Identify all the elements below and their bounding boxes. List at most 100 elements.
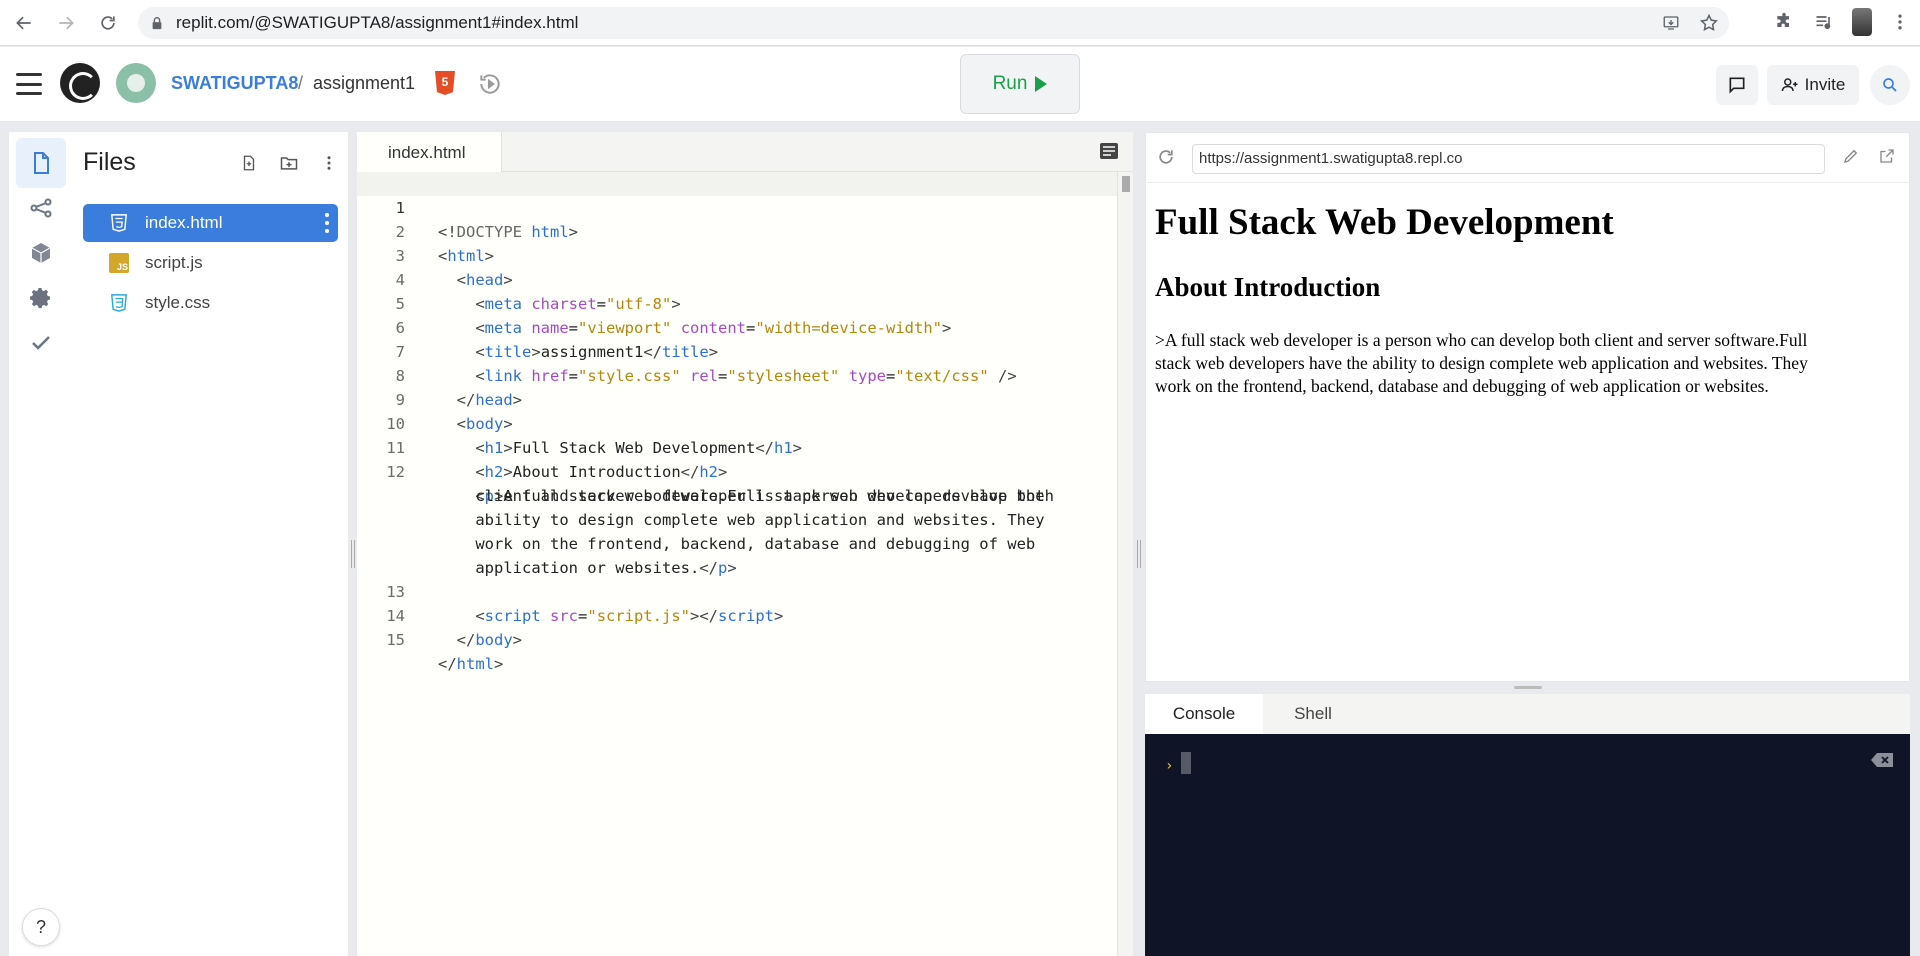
breadcrumb-separator: / xyxy=(298,73,304,93)
invite-button[interactable]: Invite xyxy=(1767,65,1859,105)
reload-icon[interactable] xyxy=(90,5,126,41)
code-line: 14 </body> xyxy=(357,580,1117,649)
profile-avatar[interactable] xyxy=(1852,8,1872,36)
webview-reload-icon[interactable] xyxy=(1156,147,1178,169)
code-line: 3 <head> xyxy=(357,220,1117,289)
help-button[interactable]: ? xyxy=(22,908,60,946)
editor-tab-label: index.html xyxy=(388,142,466,162)
code-text: </body> xyxy=(456,631,523,649)
extensions-icon[interactable] xyxy=(1772,8,1796,36)
file-name: index.html xyxy=(145,213,223,232)
checkmark-tool-icon[interactable] xyxy=(16,318,66,368)
editor-tab-index-html[interactable]: index.html xyxy=(357,132,502,173)
preview-heading-1: Full Stack Web Development xyxy=(1155,202,1614,243)
css-file-icon xyxy=(109,293,129,313)
file-item-style-css[interactable]: style.css xyxy=(83,284,338,322)
webview-page: Full Stack Web Development About Introdu… xyxy=(1155,189,1901,398)
editor-scroll-thumb[interactable] xyxy=(1122,176,1130,192)
file-menu-icon[interactable] xyxy=(324,213,330,233)
code-line: 8 </head> xyxy=(357,340,1117,409)
chat-icon xyxy=(1729,77,1745,94)
version-control-icon[interactable] xyxy=(16,183,66,233)
file-name: style.css xyxy=(145,293,211,312)
preview-heading-2: About Introduction xyxy=(1155,272,1381,302)
tab-console[interactable]: Console xyxy=(1145,694,1263,734)
code-line-wrap: ability to design complete web applicati… xyxy=(357,484,1117,529)
invite-label: Invite xyxy=(1804,75,1846,94)
code-editor: index.html 1 <!DOCTYPE html> 2 <html> 3 … xyxy=(357,132,1133,956)
code-line: 10 <h1>Full Stack Web Development</h1> xyxy=(357,388,1117,457)
browser-toolbar: replit.com/@SWATIGUPTA8/assignment1#inde… xyxy=(0,0,1920,46)
editor-scrollbar[interactable] xyxy=(1117,172,1133,956)
code-line: 11 <h2>About Introduction</h2> xyxy=(357,412,1117,481)
back-icon[interactable] xyxy=(6,5,42,41)
console-cursor xyxy=(1181,752,1191,774)
search-button[interactable] xyxy=(1870,65,1910,105)
settings-gear-icon[interactable] xyxy=(16,273,66,323)
search-icon xyxy=(1883,78,1897,92)
code-line: 1 <!DOCTYPE html> xyxy=(357,172,1117,241)
repl-header: SWATIGUPTA8 / assignment1 5 Run Invite xyxy=(0,47,1920,122)
preview-paragraph-line: >A full stack web developer is a person … xyxy=(1155,330,1808,350)
webview-url-input[interactable]: https://assignment1.swatigupta8.repl.co xyxy=(1192,144,1825,174)
code-line-wrap: work on the frontend, backend, database … xyxy=(357,508,1117,553)
address-url[interactable]: replit.com/@SWATIGUPTA8/assignment1#inde… xyxy=(176,13,578,33)
chat-button[interactable] xyxy=(1716,65,1758,105)
code-line: 4 <meta charset="utf-8"> xyxy=(357,244,1117,313)
media-playlist-icon[interactable] xyxy=(1812,8,1836,36)
files-panel: Files index.html JS script.js style.css xyxy=(73,132,348,956)
editor-resize-handle[interactable] xyxy=(1137,540,1141,568)
code-line: 13 <script src="script.js"></script> xyxy=(357,556,1117,625)
open-new-tab-icon[interactable] xyxy=(1878,147,1898,167)
file-item-script-js[interactable]: JS script.js xyxy=(83,244,338,282)
code-line: 12 <p>A full stack web developer is a pe… xyxy=(357,436,1117,505)
code-area[interactable]: 1 <!DOCTYPE html> 2 <html> 3 <head> 4 <m… xyxy=(357,172,1117,956)
file-item-index-html[interactable]: index.html xyxy=(83,204,338,242)
repl-owner-link[interactable]: SWATIGUPTA8 xyxy=(171,73,298,94)
browser-menu-icon[interactable] xyxy=(1888,8,1912,36)
replit-logo[interactable] xyxy=(60,63,100,103)
code-line: 7 <link href="style.css" rel="stylesheet… xyxy=(357,316,1117,385)
new-folder-icon[interactable] xyxy=(276,150,302,176)
play-icon xyxy=(1035,76,1048,92)
address-bar[interactable]: replit.com/@SWATIGUPTA8/assignment1#inde… xyxy=(138,7,1729,39)
preview-paragraph: >A full stack web developer is a person … xyxy=(1155,329,1901,398)
run-button-label: Run xyxy=(992,73,1028,94)
webview-panel: https://assignment1.swatigupta8.repl.co … xyxy=(1145,132,1911,682)
packages-icon[interactable] xyxy=(16,228,66,278)
editor-tab-bar: index.html xyxy=(357,132,1133,173)
bookmark-star-icon[interactable] xyxy=(1697,11,1721,35)
run-button[interactable]: Run xyxy=(960,54,1080,114)
pane-resize-handle[interactable] xyxy=(1514,686,1542,689)
add-user-icon xyxy=(1781,78,1798,92)
console-output[interactable]: › xyxy=(1145,734,1910,956)
panel-resize-handle[interactable] xyxy=(351,540,355,568)
files-more-icon[interactable] xyxy=(316,150,342,176)
files-tool-icon[interactable] xyxy=(16,138,66,188)
history-icon[interactable] xyxy=(477,71,503,97)
new-file-icon[interactable] xyxy=(236,150,262,176)
forward-icon[interactable] xyxy=(48,5,84,41)
hamburger-menu-icon[interactable] xyxy=(16,73,42,95)
tab-shell[interactable]: Shell xyxy=(1263,694,1363,734)
tool-sidebar: ? xyxy=(9,132,73,956)
edit-pencil-icon[interactable] xyxy=(1842,147,1862,167)
html5-language-icon[interactable]: 5 xyxy=(435,71,455,95)
editor-options-icon[interactable] xyxy=(1099,142,1119,160)
code-line: 15 </html> xyxy=(357,604,1117,673)
preview-paragraph-line: stack web developers have the ability to… xyxy=(1155,353,1808,373)
clear-console-icon[interactable] xyxy=(1870,752,1894,768)
code-line: 2 <html> xyxy=(357,196,1117,265)
preview-paragraph-line: work on the frontend, backend, database … xyxy=(1155,376,1769,396)
code-line-wrap: client and server software.Full stack we… xyxy=(357,460,1117,505)
code-text: </html> xyxy=(438,655,504,673)
html-file-icon xyxy=(109,213,129,233)
code-line: 6 <title>assignment1</title> xyxy=(357,292,1117,361)
line-number: 15 xyxy=(386,631,405,649)
file-name: script.js xyxy=(145,253,203,272)
repl-name[interactable]: assignment1 xyxy=(313,73,415,94)
install-app-icon[interactable] xyxy=(1659,11,1683,35)
lock-icon xyxy=(150,15,166,31)
code-line-wrap: application or websites.</p> xyxy=(357,532,1117,577)
user-avatar[interactable] xyxy=(116,63,156,103)
